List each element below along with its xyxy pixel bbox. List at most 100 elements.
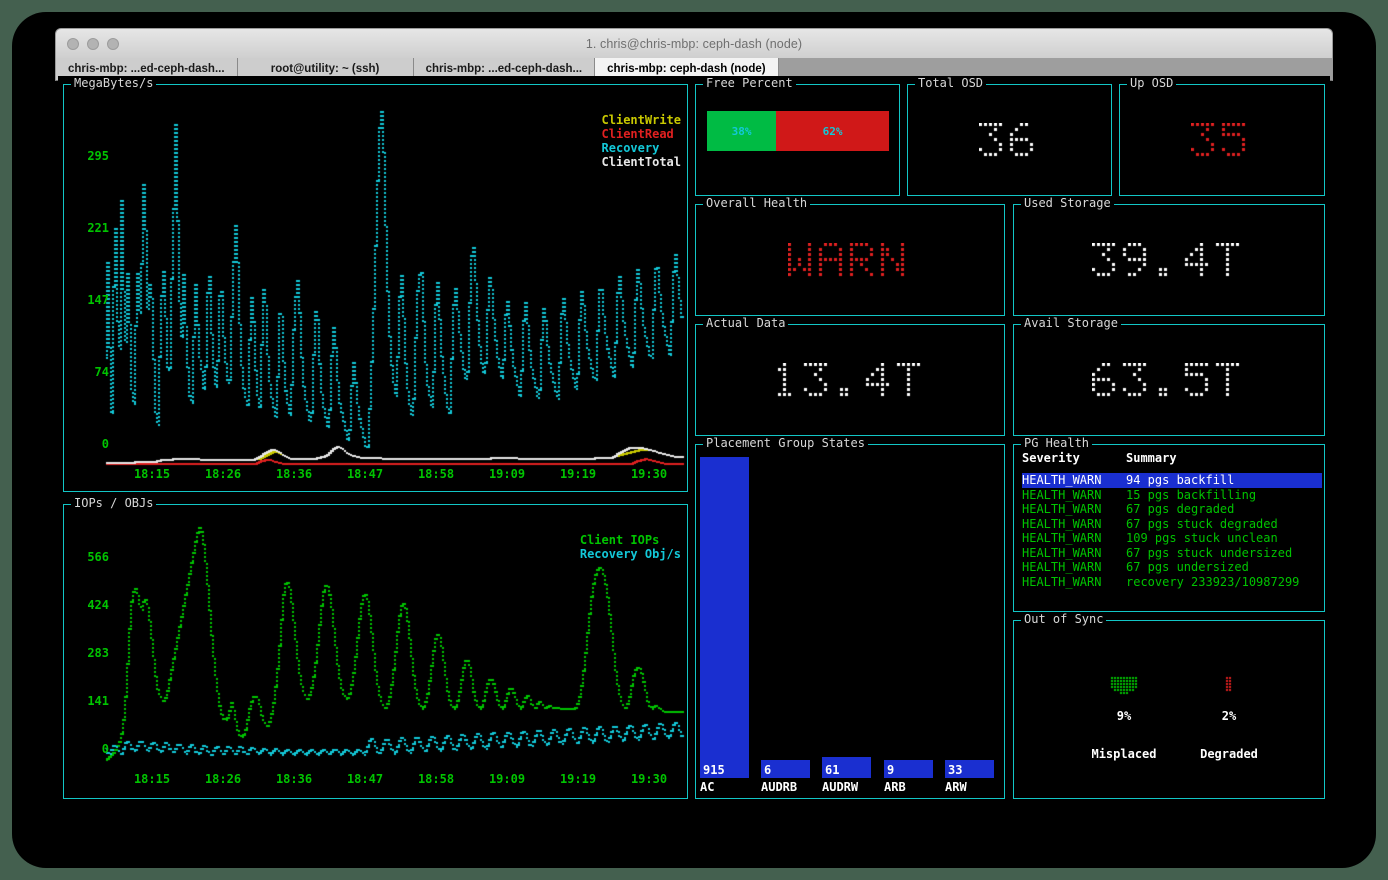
pg-health-row[interactable]: HEALTH_WARN 67 pgs undersized xyxy=(1022,560,1322,575)
iops-xtick-7: 19:30 xyxy=(630,772,668,786)
megabytes-ytick-0: 295 xyxy=(87,149,109,163)
pg-state-value: 6 xyxy=(764,763,772,777)
terminal-window: 1. chris@chris-mbp: ceph-dash (node) chr… xyxy=(55,28,1333,81)
megabytes-xtick-4: 18:58 xyxy=(417,467,455,481)
pg-health-summary: 109 pgs stuck unclean xyxy=(1126,531,1278,545)
pg-states-chart: 915 AC 6 AUDRB 61 AUDRW 9 ARB 33 ARW xyxy=(698,455,1002,796)
degraded-percent: 2% xyxy=(1221,709,1237,723)
misplaced-percent: 9% xyxy=(1116,709,1132,723)
panel-used-storage: Used Storage xyxy=(1013,196,1325,316)
panel-pg-health: PG Health Severity Summary HEALTH_WARN 94… xyxy=(1013,436,1325,612)
megabytes-xtick-1: 18:26 xyxy=(204,467,242,481)
megabytes-ytick-1: 221 xyxy=(87,221,109,235)
panel-title-pg-states: Placement Group States xyxy=(703,436,868,450)
megabytes-legend: ClientWrite ClientRead Recovery ClientTo… xyxy=(602,113,681,169)
pg-health-rows[interactable]: HEALTH_WARN 94 pgs backfill HEALTH_WARN 15 … xyxy=(1022,473,1322,589)
pg-health-row[interactable]: HEALTH_WARN 67 pgs stuck undersized xyxy=(1022,546,1322,561)
panel-total-osd: Total OSD xyxy=(907,76,1112,196)
panel-free-percent: Free Percent 38% 62% xyxy=(695,76,900,196)
pg-health-row[interactable]: HEALTH_WARN 67 pgs degraded xyxy=(1022,502,1322,517)
terminal-body: MegaBytes/s ClientWrite ClientRead Recov… xyxy=(58,76,1330,806)
megabytes-plot xyxy=(64,85,687,491)
pg-health-summary: 67 pgs stuck degraded xyxy=(1126,516,1278,531)
iops-ytick-2: 283 xyxy=(87,646,109,660)
panel-title-free-percent: Free Percent xyxy=(703,76,796,90)
free-percent-bar: 38% 62% xyxy=(707,111,889,151)
panel-iops: IOPs / OBJs Client IOPs Recovery Obj/s 5… xyxy=(63,496,688,799)
actual-data-readout xyxy=(772,362,928,398)
megabytes-xtick-6: 19:19 xyxy=(559,467,597,481)
pg-state-value: 33 xyxy=(948,763,963,777)
pg-health-severity: HEALTH_WARN xyxy=(1022,531,1102,545)
pg-health-summary: 67 pgs stuck undersized xyxy=(1126,545,1293,560)
megabytes-ytick-2: 147 xyxy=(87,293,109,307)
pg-state-bar: 33 xyxy=(945,760,994,778)
panel-pg-states: Placement Group States 915 AC 6 AUDRB 61 AUDR… xyxy=(695,436,1005,799)
legend-clienttotal: ClientTotal xyxy=(601,155,681,169)
panel-title-pg-health: PG Health xyxy=(1021,436,1093,450)
pg-health-summary: 15 pgs backfilling xyxy=(1126,487,1257,502)
pg-health-row[interactable]: HEALTH_WARN recovery 233923/10987299 xyxy=(1022,575,1322,590)
overall-health-readout xyxy=(788,242,912,278)
used-storage-readout xyxy=(1091,242,1247,278)
pg-health-row[interactable]: HEALTH_WARN 67 pgs stuck degraded xyxy=(1022,517,1322,532)
panel-actual-data: Actual Data xyxy=(695,316,1005,436)
pg-state-category: AUDRW xyxy=(822,780,859,794)
window-titlebar: 1. chris@chris-mbp: ceph-dash (node) xyxy=(55,28,1333,58)
pg-state-category: AC xyxy=(700,780,715,794)
iops-xtick-5: 19:09 xyxy=(488,772,526,786)
pg-health-summary: recovery 233923/10987299 xyxy=(1126,574,1300,589)
pg-health-summary: 94 pgs backfill xyxy=(1126,473,1235,487)
pg-health-summary: 67 pgs undersized xyxy=(1126,560,1249,574)
iops-xtick-4: 18:58 xyxy=(417,772,455,786)
panel-title-out-of-sync: Out of Sync xyxy=(1021,612,1107,626)
pg-health-severity: HEALTH_WARN xyxy=(1022,574,1102,589)
degraded-label: Degraded xyxy=(1200,747,1258,761)
pg-state-category: ARW xyxy=(945,780,967,794)
iops-xtick-1: 18:26 xyxy=(204,772,242,786)
iops-ytick-3: 141 xyxy=(87,694,109,708)
megabytes-xtick-5: 19:09 xyxy=(488,467,526,481)
pg-state-bar: 6 xyxy=(761,760,810,778)
pg-health-row[interactable]: HEALTH_WARN 15 pgs backfilling xyxy=(1022,488,1322,503)
iops-xtick-0: 18:15 xyxy=(133,772,171,786)
iops-xtick-6: 19:19 xyxy=(559,772,597,786)
megabytes-ytick-4: 0 xyxy=(101,437,109,451)
pg-health-severity: HEALTH_WARN xyxy=(1022,560,1102,574)
pg-health-severity: HEALTH_WARN xyxy=(1022,545,1102,560)
screen-root: 1. chris@chris-mbp: ceph-dash (node) chr… xyxy=(0,0,1388,880)
iops-xtick-2: 18:36 xyxy=(275,772,313,786)
legend-clientwrite: ClientWrite xyxy=(601,113,681,127)
pg-health-row[interactable]: HEALTH_WARN 109 pgs stuck unclean xyxy=(1022,531,1322,546)
legend-clientread: ClientRead xyxy=(601,127,674,141)
total-osd-readout xyxy=(978,122,1041,158)
pg-state-value: 9 xyxy=(887,763,895,777)
legend-recovery: Recovery xyxy=(601,141,660,155)
panel-megabytes: MegaBytes/s ClientWrite ClientRead Recov… xyxy=(63,76,688,492)
legend-client-iops: Client IOPs xyxy=(579,533,660,547)
window-title: 1. chris@chris-mbp: ceph-dash (node) xyxy=(585,36,803,51)
pg-health-header: Severity Summary xyxy=(1022,451,1316,465)
pg-state-value: 61 xyxy=(825,763,840,777)
iops-xtick-3: 18:47 xyxy=(346,772,384,786)
free-percent-free-segment: 38% xyxy=(707,111,777,151)
pg-state-value: 915 xyxy=(703,763,725,777)
panel-avail-storage: Avail Storage xyxy=(1013,316,1325,436)
iops-ytick-4: 0 xyxy=(101,742,109,756)
pg-health-row[interactable]: HEALTH_WARN 94 pgs backfill xyxy=(1022,473,1322,488)
iops-ytick-0: 566 xyxy=(87,550,109,564)
misplaced-label: Misplaced xyxy=(1091,747,1157,761)
pg-health-severity: HEALTH_WARN xyxy=(1022,487,1102,502)
pg-state-bar: 61 xyxy=(822,757,871,778)
degraded-gauge-icon xyxy=(1209,671,1249,701)
iops-legend: Client IOPs Recovery Obj/s xyxy=(580,533,681,561)
panel-up-osd: Up OSD xyxy=(1119,76,1325,196)
pg-health-severity: HEALTH_WARN xyxy=(1022,502,1102,516)
avail-storage-readout xyxy=(1091,362,1247,398)
pg-health-severity: HEALTH_WARN xyxy=(1022,516,1102,531)
megabytes-xtick-0: 18:15 xyxy=(133,467,171,481)
megabytes-xtick-3: 18:47 xyxy=(346,467,384,481)
pg-health-severity: HEALTH_WARN xyxy=(1022,473,1102,487)
panel-out-of-sync: Out of Sync 9% Misplaced 2% Degraded xyxy=(1013,612,1325,799)
up-osd-readout xyxy=(1191,122,1253,158)
